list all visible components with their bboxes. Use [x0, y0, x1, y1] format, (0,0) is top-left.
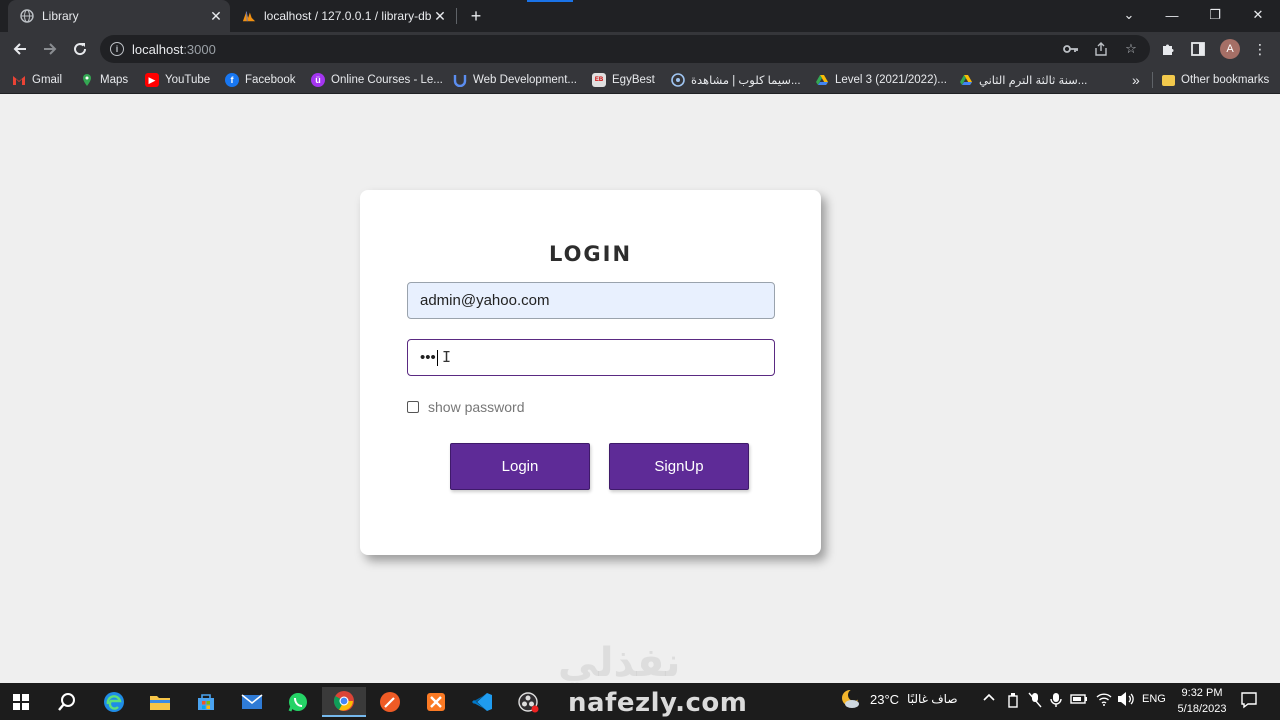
maps-icon	[80, 73, 94, 87]
tab-divider	[456, 8, 457, 24]
bookmark-maps[interactable]: Maps	[80, 71, 128, 89]
tab-search-button[interactable]: ⌄	[1107, 0, 1151, 30]
mic-muted-icon[interactable]	[1027, 692, 1043, 708]
bookmarks-bar: Gmail Maps ▶ YouTube f Facebook ü Online…	[0, 66, 1280, 94]
wifi-icon[interactable]	[1096, 691, 1112, 707]
tab-library[interactable]: Library ✕	[8, 0, 230, 32]
close-tab-icon[interactable]: ✕	[208, 8, 224, 24]
extensions-puzzle-icon[interactable]	[1158, 39, 1178, 59]
profile-avatar[interactable]: A	[1220, 39, 1240, 59]
weather-temp: 23°C	[870, 691, 900, 707]
gmail-icon	[12, 73, 26, 87]
globe-icon	[20, 9, 34, 23]
facebook-icon: f	[225, 73, 239, 87]
site-info-icon[interactable]: i	[110, 42, 124, 56]
udemy-icon: ü	[311, 73, 325, 87]
moon-cloud-icon	[842, 689, 860, 708]
page-viewport: LOGIN admin@yahoo.com ••• show password …	[0, 95, 1280, 683]
egybest-icon: EB	[592, 73, 606, 87]
tab-phpmyadmin[interactable]: localhost / 127.0.0.1 / library-db ✕	[232, 0, 454, 32]
login-title: LOGIN	[548, 242, 633, 266]
other-bookmarks-folder[interactable]: Other bookmarks	[1162, 71, 1269, 89]
forward-arrow-icon[interactable]	[38, 37, 62, 61]
store-icon[interactable]	[191, 687, 221, 717]
drive-icon	[815, 73, 829, 87]
weather-text: صاف غالبًا	[907, 692, 958, 706]
obs-icon[interactable]	[513, 687, 543, 717]
email-input[interactable]: admin@yahoo.com	[407, 282, 775, 319]
tab-title: Library	[42, 9, 79, 23]
password-input[interactable]: •••	[407, 339, 775, 376]
whatsapp-icon[interactable]	[283, 687, 313, 717]
system-clock[interactable]: 9:32 PM 5/18/2023	[1172, 685, 1232, 717]
mail-icon[interactable]	[237, 687, 267, 717]
signup-button[interactable]: SignUp	[609, 443, 749, 490]
youtube-icon: ▶	[145, 73, 159, 87]
bookmark-udemy[interactable]: ü Online Courses - Le...	[311, 71, 443, 89]
bookmarks-overflow-button[interactable]: »	[1132, 71, 1140, 89]
bookmark-star-icon[interactable]: ☆	[1122, 40, 1140, 58]
clock-time: 9:32 PM	[1181, 687, 1223, 699]
tab-strip: Library ✕ localhost / 127.0.0.1 / librar…	[0, 0, 1280, 32]
email-value: admin@yahoo.com	[420, 292, 550, 309]
bookmark-youtube[interactable]: ▶ YouTube	[145, 71, 210, 89]
cimaclub-icon	[671, 73, 685, 87]
bookmark-cimaclub[interactable]: سيما كلوب | مشاهدة...	[671, 71, 801, 89]
clock-date: 5/18/2023	[1177, 703, 1227, 715]
share-icon[interactable]	[1092, 40, 1110, 58]
microphone-icon[interactable]	[1050, 692, 1062, 708]
text-caret	[436, 349, 438, 366]
restore-button[interactable]: ❐	[1193, 0, 1237, 30]
bookmark-facebook[interactable]: f Facebook	[225, 71, 296, 89]
tray-chevron-icon[interactable]	[982, 692, 996, 702]
language-indicator[interactable]: ENG	[1142, 693, 1166, 705]
browser-toolbar: i localhost:3000 ☆ ⋮	[0, 32, 1280, 66]
login-button[interactable]: Login	[450, 443, 590, 490]
drive-icon	[959, 73, 973, 87]
chrome-taskbar-icon[interactable]	[322, 687, 366, 717]
new-tab-button[interactable]: +	[466, 6, 486, 26]
webdev-icon	[453, 73, 467, 87]
weather-widget[interactable]: 23°C صاف غالبًا	[840, 689, 958, 709]
postman-icon[interactable]	[375, 687, 405, 717]
tab-indicator	[527, 0, 573, 2]
show-password-label: show password	[428, 399, 525, 415]
key-icon[interactable]	[1062, 40, 1080, 58]
notification-icon[interactable]	[1240, 691, 1258, 709]
bookmark-egybest[interactable]: EB EgyBest	[592, 71, 655, 89]
bookmark-year3[interactable]: سنة ثالثة الترم الثاني...	[959, 71, 1087, 89]
usb-device-icon[interactable]	[1006, 692, 1020, 708]
reload-icon[interactable]	[68, 37, 92, 61]
bookmarks-divider	[1152, 72, 1153, 88]
windows-start-icon[interactable]	[6, 687, 36, 717]
bookmark-gmail[interactable]: Gmail	[12, 71, 62, 89]
back-arrow-icon[interactable]	[8, 37, 32, 61]
search-icon[interactable]	[52, 687, 82, 717]
password-mask: •••	[420, 349, 436, 366]
edge-icon[interactable]	[99, 687, 129, 717]
address-bar[interactable]: i localhost:3000 ☆	[100, 35, 1150, 63]
battery-icon[interactable]	[1070, 692, 1088, 706]
menu-kebab-icon[interactable]: ⋮	[1250, 39, 1270, 59]
phpmyadmin-icon	[242, 9, 256, 23]
show-password-checkbox[interactable]	[407, 401, 419, 413]
close-tab-icon[interactable]: ✕	[432, 8, 448, 24]
vscode-icon[interactable]	[467, 687, 497, 717]
bookmark-level3[interactable]: Level 3 (2021/2022)...	[815, 71, 947, 89]
url-text: localhost:3000	[132, 42, 216, 57]
bookmark-webdev[interactable]: Web Development...	[453, 71, 577, 89]
side-panel-icon[interactable]	[1188, 39, 1208, 59]
ibeam-cursor-icon: I	[442, 348, 452, 366]
watermark-arabic: نفذلي	[558, 640, 681, 686]
folder-icon	[1162, 74, 1175, 86]
login-card: LOGIN admin@yahoo.com ••• show password …	[360, 190, 821, 555]
volume-icon[interactable]	[1117, 691, 1135, 707]
watermark-latin: nafezly.com	[568, 688, 748, 718]
tab-title: localhost / 127.0.0.1 / library-db	[264, 9, 432, 23]
xampp-icon[interactable]	[421, 687, 451, 717]
close-window-button[interactable]: ✕	[1236, 0, 1280, 30]
show-password-toggle[interactable]: show password	[407, 399, 525, 415]
minimize-button[interactable]: —	[1150, 0, 1194, 30]
file-explorer-icon[interactable]	[145, 687, 175, 717]
